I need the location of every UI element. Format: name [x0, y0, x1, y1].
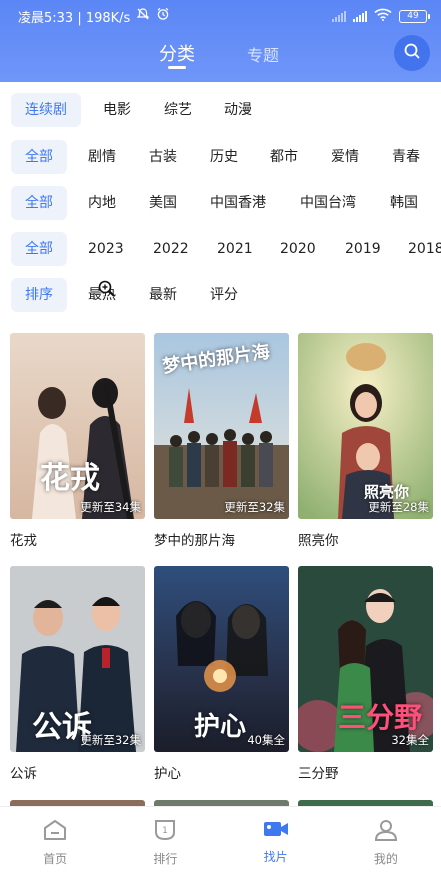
- search-icon: [403, 42, 421, 64]
- episode-badge: 更新至28集: [368, 500, 429, 514]
- show-title: 梦中的那片海: [154, 533, 235, 549]
- zoom-cursor-icon: [97, 279, 117, 303]
- poster-title-art: 花戎: [40, 461, 100, 496]
- filter-option[interactable]: 古装: [149, 140, 177, 174]
- profile-icon: [374, 819, 398, 845]
- episode-badge: 40集全: [247, 733, 285, 747]
- filter-option[interactable]: 内地: [88, 186, 116, 220]
- show-title: 照亮你: [298, 533, 339, 549]
- filter-row-region: 全部 内地 美国 中国香港 中国台湾 韩国: [0, 186, 441, 220]
- show-title: 三分野: [298, 766, 339, 782]
- filter-chip-sort[interactable]: 排序: [11, 278, 67, 312]
- show-title: 花戎: [10, 533, 37, 549]
- filter-option[interactable]: 剧情: [88, 140, 116, 174]
- poster-title-art: 三分野: [338, 701, 423, 734]
- episode-badge: 更新至34集: [80, 500, 141, 514]
- signal-icon-1: [332, 10, 346, 22]
- alarm-icon: [156, 7, 170, 25]
- filter-option[interactable]: 综艺: [164, 93, 192, 127]
- poster-image: 梦中的那片海 更新至32集: [154, 333, 289, 519]
- poster-image: 护心 40集全: [154, 566, 289, 752]
- poster-image: 照亮你 更新至28集: [298, 333, 433, 519]
- battery-icon: 49: [399, 9, 430, 23]
- filter-option[interactable]: 最新: [149, 278, 177, 312]
- filter-chip-type[interactable]: 连续剧: [11, 93, 81, 127]
- filter-row-year: 全部 2023 2022 2021 2020 2019 2018: [0, 232, 441, 266]
- status-time: 凌晨5:33 | 198K/s: [18, 10, 131, 26]
- nav-label: 我的: [373, 852, 398, 866]
- filter-chip-region[interactable]: 全部: [11, 186, 67, 220]
- filter-chip-year[interactable]: 全部: [11, 232, 67, 266]
- filter-option[interactable]: 2022: [153, 232, 189, 266]
- poster-image: 公诉 更新至32集: [10, 566, 145, 752]
- show-card[interactable]: 梦中的那片海 更新至32集 梦中的那片海: [154, 333, 289, 549]
- status-bar: 凌晨5:33 | 198K/s 49: [0, 0, 441, 32]
- filter-option[interactable]: 2020: [280, 232, 316, 266]
- filter-option[interactable]: 青春: [392, 140, 420, 174]
- filter-option[interactable]: 爱情: [331, 140, 359, 174]
- show-card[interactable]: 护心 40集全 护心: [154, 566, 289, 782]
- show-card[interactable]: 花戎 更新至34集 花戎: [10, 333, 145, 549]
- filter-row-type: 连续剧 电影 综艺 动漫: [0, 93, 441, 127]
- nav-label: 找片: [263, 850, 288, 864]
- bottom-nav: 首页 1 排行 找片 我的: [0, 806, 441, 872]
- episode-badge: 更新至32集: [224, 500, 285, 514]
- episode-badge: 更新至32集: [80, 733, 141, 747]
- filter-chip-genre[interactable]: 全部: [11, 140, 67, 174]
- show-card[interactable]: 公诉 更新至32集 公诉: [10, 566, 145, 782]
- tab-topics[interactable]: 专题: [247, 42, 279, 66]
- wifi-icon: [374, 8, 392, 25]
- show-card[interactable]: 三分野 32集全 三分野: [298, 566, 433, 782]
- show-card[interactable]: 照亮你 更新至28集 照亮你: [298, 333, 433, 549]
- top-header: 凌晨5:33 | 198K/s 49 分类 专题: [0, 0, 441, 82]
- svg-text:1: 1: [163, 826, 169, 836]
- episode-badge: 32集全: [391, 733, 429, 747]
- filter-option[interactable]: 动漫: [224, 93, 252, 127]
- filter-option[interactable]: 都市: [270, 140, 298, 174]
- show-title: 护心: [154, 766, 181, 782]
- filter-option[interactable]: 历史: [210, 140, 238, 174]
- nav-find[interactable]: 找片: [221, 807, 331, 872]
- filter-option[interactable]: 电影: [103, 93, 131, 127]
- filter-option[interactable]: 中国香港: [210, 186, 266, 220]
- filter-option[interactable]: 韩国: [390, 186, 418, 220]
- show-title: 公诉: [10, 766, 37, 782]
- filter-option[interactable]: 中国台湾: [300, 186, 356, 220]
- poster-image: 三分野 32集全: [298, 566, 433, 752]
- filter-option[interactable]: 2018: [408, 232, 441, 266]
- tab-category[interactable]: 分类: [159, 40, 195, 66]
- top-tabs: 分类 专题: [0, 38, 441, 74]
- mute-icon: [136, 7, 150, 25]
- signal-icon-2: [353, 10, 367, 22]
- filter-option[interactable]: 美国: [149, 186, 177, 220]
- nav-ranking[interactable]: 1 排行: [110, 807, 220, 872]
- video-camera-icon: [263, 819, 289, 843]
- poster-title-art: 护心: [194, 712, 247, 742]
- filter-row-genre: 全部 剧情 古装 历史 都市 爱情 青春: [0, 140, 441, 174]
- poster-image: 花戎 更新至34集: [10, 333, 145, 519]
- filter-row-sort: 排序 最热 最新 评分: [0, 278, 441, 312]
- nav-label: 排行: [153, 852, 178, 866]
- nav-profile[interactable]: 我的: [331, 807, 441, 872]
- ranking-icon: 1: [153, 819, 177, 845]
- nav-home[interactable]: 首页: [0, 807, 110, 872]
- filter-option[interactable]: 评分: [210, 278, 238, 312]
- nav-label: 首页: [43, 852, 68, 866]
- search-button[interactable]: [394, 35, 430, 71]
- filter-option[interactable]: 2019: [345, 232, 381, 266]
- filter-option[interactable]: 2021: [217, 232, 253, 266]
- filter-option[interactable]: 2023: [88, 232, 124, 266]
- home-icon: [43, 819, 67, 845]
- tab-indicator: [168, 66, 186, 69]
